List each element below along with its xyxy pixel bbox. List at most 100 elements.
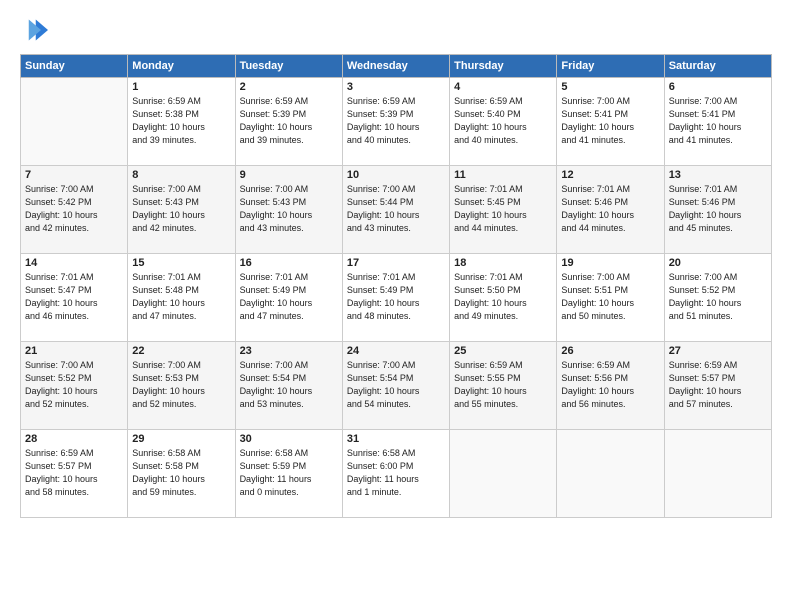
day-cell: 1 Sunrise: 6:59 AM Sunset: 5:38 PM Daylig… [128,78,235,166]
day-number: 20 [669,257,767,269]
day-cell: 12 Sunrise: 7:01 AM Sunset: 5:46 PM Dayli… [557,166,664,254]
day-info: Sunrise: 7:00 AM Sunset: 5:53 PM Dayligh… [132,359,230,411]
day-info: Sunrise: 7:00 AM Sunset: 5:52 PM Dayligh… [25,359,123,411]
day-cell: 6 Sunrise: 7:00 AM Sunset: 5:41 PM Daylig… [664,78,771,166]
day-info: Sunrise: 7:00 AM Sunset: 5:42 PM Dayligh… [25,183,123,235]
day-info: Sunrise: 7:00 AM Sunset: 5:54 PM Dayligh… [240,359,338,411]
col-header-monday: Monday [128,55,235,78]
col-header-tuesday: Tuesday [235,55,342,78]
day-cell: 23 Sunrise: 7:00 AM Sunset: 5:54 PM Dayli… [235,342,342,430]
day-info: Sunrise: 6:58 AM Sunset: 5:59 PM Dayligh… [240,447,338,499]
day-cell: 31 Sunrise: 6:58 AM Sunset: 6:00 PM Dayli… [342,430,449,518]
day-cell: 22 Sunrise: 7:00 AM Sunset: 5:53 PM Dayli… [128,342,235,430]
page: SundayMondayTuesdayWednesdayThursdayFrid… [0,0,792,612]
day-cell: 21Sunrise: 7:00 AM Sunset: 5:52 PM Dayli… [21,342,128,430]
day-number: 1 [132,81,230,93]
week-row-5: 28 Sunrise: 6:59 AM Sunset: 5:57 PM Dayli… [21,430,772,518]
day-info: Sunrise: 7:01 AM Sunset: 5:49 PM Dayligh… [240,271,338,323]
day-cell: 24Sunrise: 7:00 AM Sunset: 5:54 PM Dayli… [342,342,449,430]
day-info: Sunrise: 7:00 AM Sunset: 5:52 PM Dayligh… [669,271,767,323]
week-row-4: 21Sunrise: 7:00 AM Sunset: 5:52 PM Dayli… [21,342,772,430]
day-info: Sunrise: 7:00 AM Sunset: 5:41 PM Dayligh… [561,95,659,147]
day-info: Sunrise: 7:01 AM Sunset: 5:48 PM Dayligh… [132,271,230,323]
day-number: 3 [347,81,445,93]
header [20,16,772,44]
calendar-table: SundayMondayTuesdayWednesdayThursdayFrid… [20,54,772,518]
day-info: Sunrise: 7:00 AM Sunset: 5:54 PM Dayligh… [347,359,445,411]
day-cell: 30 Sunrise: 6:58 AM Sunset: 5:59 PM Dayli… [235,430,342,518]
day-cell [664,430,771,518]
day-number: 29 [132,433,230,445]
day-info: Sunrise: 6:58 AM Sunset: 5:58 PM Dayligh… [132,447,230,499]
col-header-friday: Friday [557,55,664,78]
day-number: 14 [25,257,123,269]
day-number: 9 [240,169,338,181]
day-info: Sunrise: 7:00 AM Sunset: 5:41 PM Dayligh… [669,95,767,147]
day-info: Sunrise: 7:00 AM Sunset: 5:51 PM Dayligh… [561,271,659,323]
day-cell: 17 Sunrise: 7:01 AM Sunset: 5:49 PM Dayli… [342,254,449,342]
day-cell [21,78,128,166]
day-cell: 2Sunrise: 6:59 AM Sunset: 5:39 PM Daylig… [235,78,342,166]
day-cell: 8 Sunrise: 7:00 AM Sunset: 5:43 PM Daylig… [128,166,235,254]
day-cell: 19 Sunrise: 7:00 AM Sunset: 5:51 PM Dayli… [557,254,664,342]
week-row-1: 1 Sunrise: 6:59 AM Sunset: 5:38 PM Daylig… [21,78,772,166]
day-number: 8 [132,169,230,181]
day-number: 23 [240,345,338,357]
day-cell: 27 Sunrise: 6:59 AM Sunset: 5:57 PM Dayli… [664,342,771,430]
day-info: Sunrise: 6:59 AM Sunset: 5:38 PM Dayligh… [132,95,230,147]
day-info: Sunrise: 7:01 AM Sunset: 5:49 PM Dayligh… [347,271,445,323]
day-cell: 26 Sunrise: 6:59 AM Sunset: 5:56 PM Dayli… [557,342,664,430]
logo [20,16,52,44]
day-info: Sunrise: 6:59 AM Sunset: 5:39 PM Dayligh… [240,95,338,147]
day-number: 27 [669,345,767,357]
day-cell: 11 Sunrise: 7:01 AM Sunset: 5:45 PM Dayli… [450,166,557,254]
day-cell: 13Sunrise: 7:01 AM Sunset: 5:46 PM Dayli… [664,166,771,254]
day-number: 15 [132,257,230,269]
day-cell: 16Sunrise: 7:01 AM Sunset: 5:49 PM Dayli… [235,254,342,342]
day-info: Sunrise: 7:01 AM Sunset: 5:46 PM Dayligh… [561,183,659,235]
week-row-2: 7 Sunrise: 7:00 AM Sunset: 5:42 PM Daylig… [21,166,772,254]
day-cell: 9 Sunrise: 7:00 AM Sunset: 5:43 PM Daylig… [235,166,342,254]
day-number: 4 [454,81,552,93]
day-number: 11 [454,169,552,181]
day-cell: 25 Sunrise: 6:59 AM Sunset: 5:55 PM Dayli… [450,342,557,430]
day-cell: 5 Sunrise: 7:00 AM Sunset: 5:41 PM Daylig… [557,78,664,166]
day-info: Sunrise: 7:01 AM Sunset: 5:45 PM Dayligh… [454,183,552,235]
day-info: Sunrise: 7:01 AM Sunset: 5:47 PM Dayligh… [25,271,123,323]
day-number: 31 [347,433,445,445]
day-info: Sunrise: 6:59 AM Sunset: 5:56 PM Dayligh… [561,359,659,411]
day-number: 30 [240,433,338,445]
day-number: 12 [561,169,659,181]
day-info: Sunrise: 6:59 AM Sunset: 5:40 PM Dayligh… [454,95,552,147]
day-number: 5 [561,81,659,93]
day-number: 26 [561,345,659,357]
day-number: 28 [25,433,123,445]
day-cell: 7 Sunrise: 7:00 AM Sunset: 5:42 PM Daylig… [21,166,128,254]
day-number: 25 [454,345,552,357]
day-cell: 4 Sunrise: 6:59 AM Sunset: 5:40 PM Daylig… [450,78,557,166]
day-info: Sunrise: 6:59 AM Sunset: 5:57 PM Dayligh… [669,359,767,411]
day-number: 17 [347,257,445,269]
day-info: Sunrise: 6:59 AM Sunset: 5:57 PM Dayligh… [25,447,123,499]
day-info: Sunrise: 6:59 AM Sunset: 5:55 PM Dayligh… [454,359,552,411]
day-cell: 29 Sunrise: 6:58 AM Sunset: 5:58 PM Dayli… [128,430,235,518]
day-cell: 18Sunrise: 7:01 AM Sunset: 5:50 PM Dayli… [450,254,557,342]
day-info: Sunrise: 7:00 AM Sunset: 5:43 PM Dayligh… [132,183,230,235]
day-cell: 10 Sunrise: 7:00 AM Sunset: 5:44 PM Dayli… [342,166,449,254]
col-header-thursday: Thursday [450,55,557,78]
day-number: 7 [25,169,123,181]
day-number: 19 [561,257,659,269]
day-info: Sunrise: 7:00 AM Sunset: 5:43 PM Dayligh… [240,183,338,235]
day-number: 6 [669,81,767,93]
day-cell: 20 Sunrise: 7:00 AM Sunset: 5:52 PM Dayli… [664,254,771,342]
day-info: Sunrise: 7:01 AM Sunset: 5:46 PM Dayligh… [669,183,767,235]
day-info: Sunrise: 7:00 AM Sunset: 5:44 PM Dayligh… [347,183,445,235]
col-header-sunday: Sunday [21,55,128,78]
day-cell: 14 Sunrise: 7:01 AM Sunset: 5:47 PM Dayli… [21,254,128,342]
day-number: 22 [132,345,230,357]
day-info: Sunrise: 6:59 AM Sunset: 5:39 PM Dayligh… [347,95,445,147]
day-number: 10 [347,169,445,181]
day-info: Sunrise: 6:58 AM Sunset: 6:00 PM Dayligh… [347,447,445,499]
day-cell: 28 Sunrise: 6:59 AM Sunset: 5:57 PM Dayli… [21,430,128,518]
col-header-wednesday: Wednesday [342,55,449,78]
